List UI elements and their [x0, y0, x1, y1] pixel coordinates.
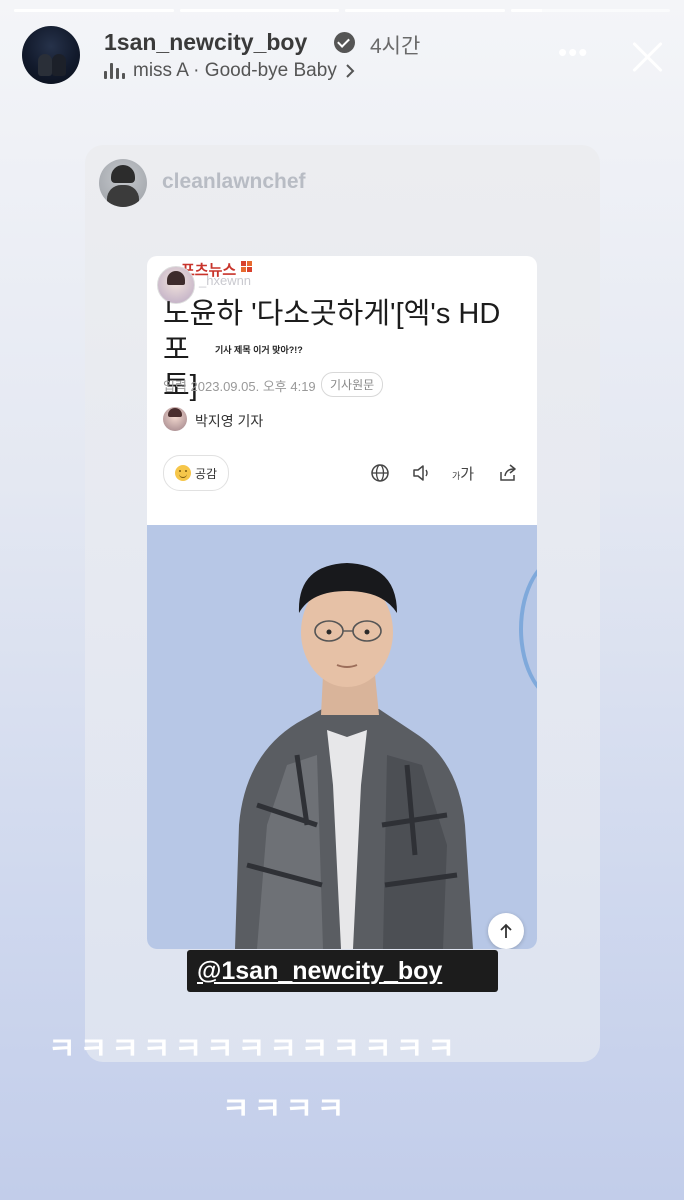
reporter-name: 박지영 기자	[195, 413, 264, 429]
share-icon	[497, 462, 519, 484]
shared-post-avatar	[99, 159, 147, 207]
person-figure	[235, 563, 473, 949]
more-icon[interactable]: •••	[558, 39, 588, 65]
story-time: 4시간	[370, 35, 421, 58]
caption-line-2: ㅋㅋㅋㅋ	[222, 1093, 349, 1126]
equalizer-icon	[104, 63, 125, 79]
outlet-logo-mark	[241, 261, 253, 273]
reporter-avatar	[163, 407, 187, 431]
progress-segment	[179, 9, 339, 12]
handwritten-annotation: 기사 제목 이거 맞아?!?	[215, 345, 303, 355]
close-icon[interactable]	[628, 38, 666, 76]
shared-post-username: cleanlawnchef	[162, 170, 306, 193]
mention-sticker[interactable]: @1san_newcity_boy	[187, 950, 498, 992]
story-avatar[interactable]	[22, 26, 80, 84]
article-screenshot: 포츠뉴스 _hxewnn 노윤하 '다소곳하게'[엑's HD포 토] 기사 제…	[147, 256, 537, 949]
like-button: 공감	[163, 455, 229, 491]
progress-segment	[14, 9, 174, 12]
article-photo	[147, 525, 537, 949]
verified-icon	[334, 32, 355, 53]
scroll-top-button	[488, 913, 524, 949]
story-username[interactable]: 1san_newcity_boy	[104, 29, 307, 56]
like-label: 공감	[194, 466, 218, 481]
caption-line-1: ㅋㅋㅋㅋㅋㅋㅋㅋㅋㅋㅋㅋㅋ	[48, 1033, 459, 1066]
progress-segment	[345, 9, 505, 12]
speaker-icon	[411, 462, 433, 484]
text-size-large: 가	[460, 466, 475, 483]
progress-segment	[510, 9, 670, 12]
article-date: 입력 2023.09.05. 오후 4:19	[163, 379, 316, 394]
smile-icon	[174, 465, 191, 481]
text-size-icon: 가가	[452, 463, 474, 484]
chevron-right-icon	[346, 64, 355, 78]
arrow-up-icon	[500, 923, 512, 938]
mention-text: @1san_newcity_boy	[197, 957, 443, 985]
sharer-username: _hxewnn	[199, 273, 252, 288]
headline-line: 노윤하 '다소곳하게'[엑's HD포	[163, 298, 501, 366]
globe-icon	[369, 462, 391, 484]
original-article-button: 기사원문	[321, 372, 384, 397]
story-progress	[14, 9, 670, 12]
music-title: miss A · Good-bye Baby	[133, 60, 337, 81]
music-link[interactable]: miss A · Good-bye Baby	[104, 60, 355, 82]
